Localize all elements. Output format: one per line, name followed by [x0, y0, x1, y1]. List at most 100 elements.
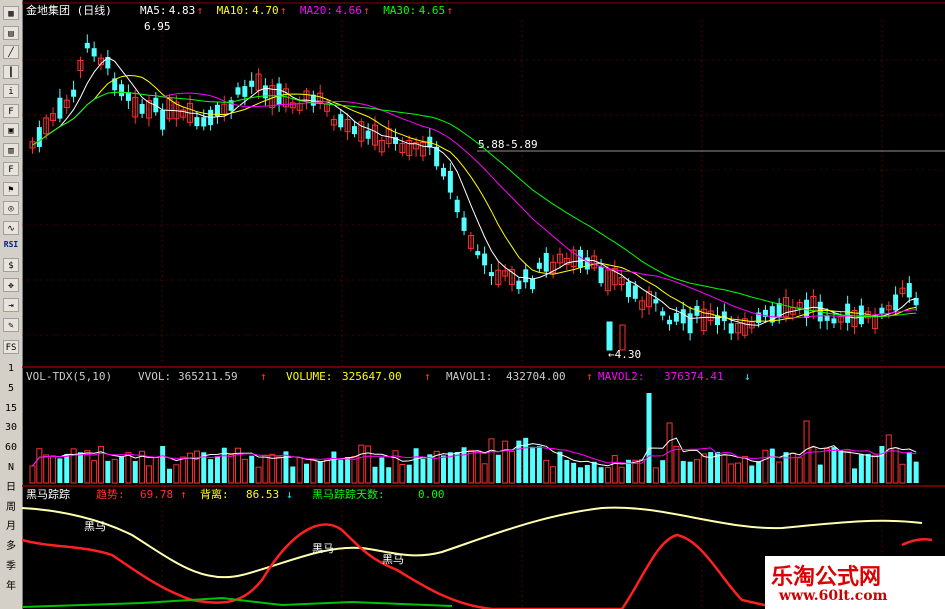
- volume-bar-down: [852, 468, 857, 483]
- table-icon[interactable]: ▤: [3, 25, 19, 40]
- vvol-arrow: ↑: [260, 370, 267, 383]
- volume-bar-down: [817, 464, 823, 483]
- period-日[interactable]: 日: [3, 481, 19, 495]
- period-季[interactable]: 季: [3, 560, 19, 574]
- move-icon[interactable]: ✥: [3, 278, 19, 292]
- candle-down: [530, 278, 536, 290]
- volume-bar-down: [454, 451, 460, 483]
- volume-value: 325647.00: [342, 370, 402, 383]
- period-30[interactable]: 30: [3, 421, 19, 435]
- volume-bar-up: [365, 445, 372, 484]
- period-1[interactable]: 1: [3, 362, 19, 376]
- f10-icon[interactable]: F: [3, 103, 19, 118]
- pencil-icon[interactable]: ✎: [3, 318, 19, 332]
- candle-down: [482, 253, 488, 266]
- candle-down: [447, 170, 453, 193]
- watermark-title: 乐淘公式网: [771, 565, 882, 590]
- volume-bar-up: [735, 462, 742, 484]
- f2-icon[interactable]: F: [3, 162, 19, 176]
- period-15[interactable]: 15: [3, 402, 19, 416]
- volume-bar-down: [530, 446, 536, 483]
- candle-down: [543, 252, 549, 272]
- mavol1-value: 432704.00: [506, 370, 566, 383]
- volume-bar-down: [749, 465, 755, 483]
- volume-bar-down: [105, 460, 111, 483]
- candle-down: [598, 266, 604, 284]
- candle-down: [454, 199, 460, 213]
- trend-arrow: ↑: [180, 488, 187, 501]
- document-icon[interactable]: ▣: [3, 123, 19, 137]
- volume-bar-down: [879, 445, 885, 483]
- candle-down: [680, 309, 686, 324]
- zoom-icon[interactable]: ◎: [3, 201, 19, 215]
- candle-down: [488, 272, 494, 277]
- period-周[interactable]: 周: [3, 501, 19, 515]
- period-月[interactable]: 月: [3, 520, 19, 534]
- volume-bar-up: [673, 445, 680, 484]
- divergence-line-tail: [901, 537, 933, 547]
- volume-bar-down: [769, 448, 775, 483]
- candle-down: [139, 103, 145, 114]
- candle-down: [249, 80, 255, 87]
- info-icon[interactable]: i: [3, 84, 19, 98]
- volume-bar-down: [57, 458, 63, 483]
- days-value: 0.00: [418, 488, 445, 501]
- volume-bar-down: [379, 457, 385, 483]
- volume-bar-down: [865, 453, 871, 483]
- ma5-line: [32, 56, 917, 326]
- mid-price-label: 5.88-5.89: [478, 138, 538, 151]
- volume-bar-up: [152, 456, 159, 484]
- volume-title: VOL-TDX(5,10): [26, 370, 113, 383]
- wave-icon[interactable]: ∿: [3, 220, 19, 235]
- volume-bar-up: [228, 454, 235, 484]
- candle-down: [879, 307, 885, 314]
- watermark-url: www.60lt.com: [779, 588, 888, 604]
- fs-button[interactable]: FS: [3, 340, 19, 354]
- high-price-label: 6.95: [144, 20, 171, 33]
- period-N[interactable]: N: [3, 461, 19, 475]
- period-年[interactable]: 年: [3, 580, 19, 594]
- exit-icon[interactable]: ⇥: [3, 298, 19, 312]
- rsi-button[interactable]: RSI: [3, 238, 19, 252]
- candle-down: [351, 126, 357, 135]
- volume-bar-down: [167, 468, 172, 483]
- volume-bar-down: [906, 452, 912, 483]
- flag-icon[interactable]: ⚑: [3, 181, 19, 196]
- volume-bar-up: [276, 456, 283, 484]
- grid-icon[interactable]: ▦: [3, 6, 19, 20]
- vvol-value: 365211.59: [178, 370, 238, 383]
- period-多[interactable]: 多: [3, 540, 19, 554]
- candle-icon[interactable]: ┃: [3, 64, 19, 79]
- period-60[interactable]: 60: [3, 441, 19, 455]
- divergence-label: 背离:: [200, 488, 229, 501]
- volume-bar-up: [872, 454, 879, 484]
- volume-bar-up: [509, 451, 515, 484]
- volume-bar-up: [467, 449, 474, 484]
- volume-bar-up: [399, 464, 406, 484]
- volume-bar-down: [571, 462, 577, 483]
- volume-bar-up: [481, 463, 488, 484]
- volume-bar-up: [693, 459, 700, 484]
- candle-down: [71, 89, 77, 97]
- chart-icon[interactable]: ▥: [3, 142, 19, 157]
- volume-bar-up: [844, 450, 851, 484]
- volume-bar-down: [564, 459, 570, 483]
- candle-down: [536, 262, 542, 269]
- ma-label: MA30:: [383, 4, 417, 17]
- volume-bar-down: [386, 467, 392, 483]
- volume-bar-up: [84, 450, 91, 484]
- candle-down: [906, 283, 912, 298]
- line-icon[interactable]: ╱: [3, 45, 19, 59]
- candle-low: [606, 321, 613, 351]
- candle-down: [584, 257, 590, 270]
- volume-bar-up: [796, 457, 803, 484]
- volume-bar-down: [687, 461, 693, 483]
- money-icon[interactable]: $: [3, 258, 19, 272]
- volume-bar-up: [824, 448, 831, 484]
- volume-bar-up: [776, 461, 783, 484]
- volume-bar-down: [831, 447, 837, 483]
- volume-bar-down: [646, 393, 652, 483]
- volume-bar-up: [241, 458, 248, 484]
- period-5[interactable]: 5: [3, 382, 19, 396]
- volume-bar-down: [119, 456, 125, 483]
